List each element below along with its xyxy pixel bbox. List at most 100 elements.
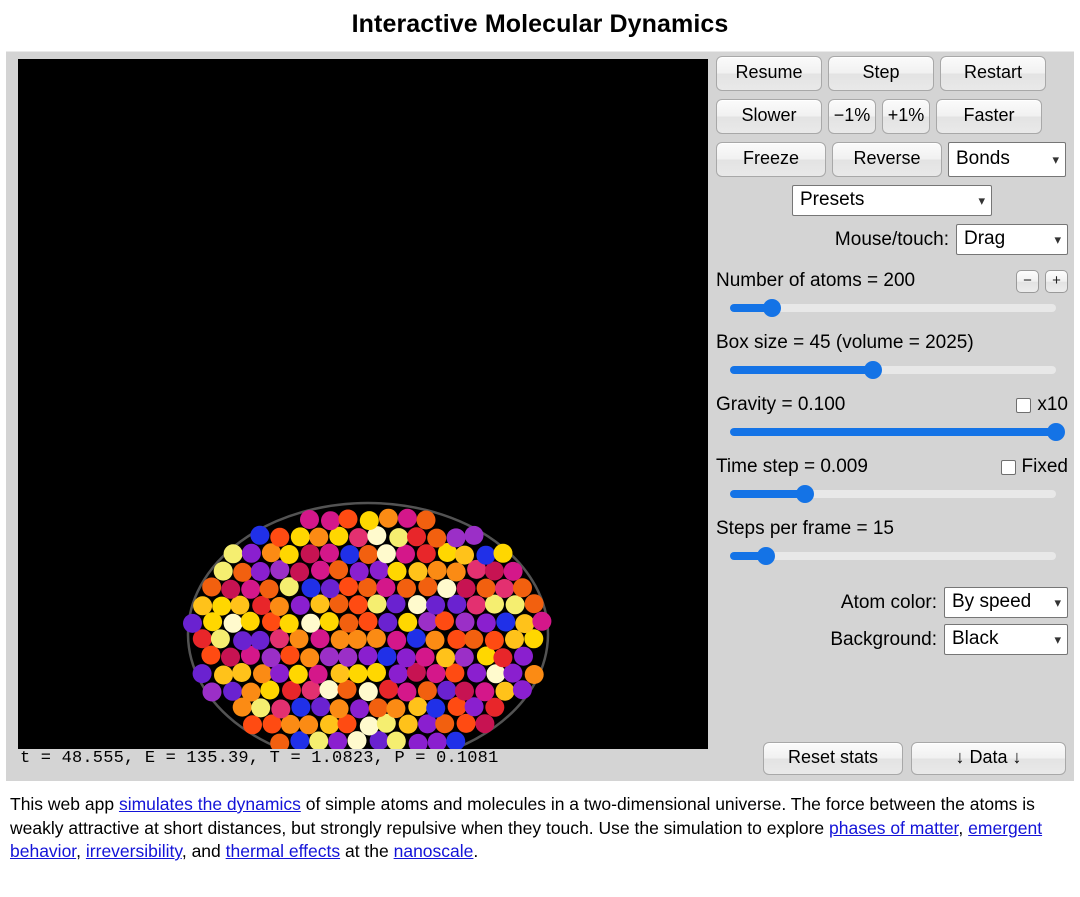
atom <box>350 699 370 719</box>
description-text: at the <box>340 841 394 861</box>
slider-thumb[interactable] <box>795 485 814 503</box>
atom <box>425 630 445 650</box>
atom <box>241 543 261 563</box>
atoms-increment-button[interactable]: + <box>1045 269 1068 293</box>
atom <box>299 715 319 735</box>
increase-one-percent-button[interactable]: +1% <box>882 99 930 134</box>
gravity-x10-label: x10 <box>1037 394 1068 415</box>
slider-thumb[interactable] <box>763 299 782 317</box>
reverse-button[interactable]: Reverse <box>832 142 942 177</box>
atom <box>349 562 369 582</box>
atom <box>193 596 213 616</box>
box-size-slider-group: Box size = 45 (volume = 2025) <box>716 331 1068 379</box>
atom <box>514 646 533 666</box>
atom <box>221 647 240 667</box>
background-label: Background: <box>830 628 937 650</box>
bonds-select[interactable]: Bonds ▾ <box>948 142 1066 177</box>
atom <box>437 579 457 598</box>
description-link-7[interactable]: irreversibility <box>86 841 182 861</box>
atom <box>416 510 436 530</box>
resume-button[interactable]: Resume <box>716 56 822 91</box>
slider-thumb[interactable] <box>864 361 883 379</box>
atom <box>389 528 409 548</box>
description-link-1[interactable]: simulates the dynamics <box>119 794 301 814</box>
atom-color-select[interactable]: By speed ▾ <box>944 587 1068 618</box>
atom <box>426 664 446 684</box>
reset-stats-button[interactable]: Reset stats <box>763 741 903 775</box>
atom <box>260 680 280 700</box>
atom <box>347 629 367 649</box>
data-button[interactable]: ↓ Data ↓ <box>911 741 1066 775</box>
presets-select[interactable]: Presets ▾ <box>792 185 992 216</box>
background-select[interactable]: Black ▾ <box>944 624 1068 655</box>
atom <box>290 595 310 615</box>
atom <box>201 645 221 665</box>
atom-color-value: By speed <box>952 591 1032 612</box>
faster-button[interactable]: Faster <box>936 99 1042 134</box>
atom <box>407 527 426 547</box>
atom <box>475 682 495 702</box>
simulation-canvas[interactable] <box>18 59 708 749</box>
atom <box>512 680 532 700</box>
status-bar: t = 48.555, E = 135.39, T = 1.0823, P = … <box>6 735 1074 781</box>
time-step-slider[interactable] <box>730 485 1056 503</box>
atom <box>232 663 252 682</box>
gravity-x10-checkbox[interactable] <box>1016 397 1032 413</box>
atom <box>495 681 515 701</box>
background-row: Background: Black ▾ <box>716 624 1068 655</box>
atom <box>243 715 262 735</box>
atom <box>359 716 379 736</box>
slider-fill <box>730 490 805 498</box>
time-step-fixed-checkbox[interactable] <box>1000 459 1016 475</box>
atom <box>396 544 415 564</box>
atom <box>319 647 339 667</box>
atom <box>358 545 378 564</box>
atom <box>310 594 330 614</box>
atoms-slider[interactable] <box>730 299 1056 317</box>
atom <box>290 562 310 582</box>
atom <box>253 664 272 684</box>
description-text: , and <box>181 841 226 861</box>
atom <box>261 648 281 668</box>
atom <box>241 579 261 599</box>
freeze-button[interactable]: Freeze <box>716 142 826 177</box>
slider-thumb[interactable] <box>756 547 775 565</box>
description-link-9[interactable]: thermal effects <box>226 841 340 861</box>
atom <box>367 663 386 682</box>
atom <box>484 630 504 650</box>
atom <box>291 697 311 717</box>
atom <box>270 527 290 547</box>
atom <box>493 543 513 563</box>
atom <box>223 681 243 701</box>
box-size-slider[interactable] <box>730 361 1056 379</box>
atom <box>348 595 368 615</box>
atom <box>240 611 260 631</box>
atoms-decrement-button[interactable]: − <box>1016 269 1039 293</box>
atom <box>426 698 446 718</box>
atom <box>408 562 428 582</box>
atom <box>397 508 417 528</box>
atom <box>271 699 291 719</box>
atom <box>387 561 407 581</box>
atom <box>427 528 447 548</box>
slider-thumb[interactable] <box>1047 423 1065 441</box>
step-button[interactable]: Step <box>828 56 934 91</box>
atom <box>456 713 476 733</box>
description-link-3[interactable]: phases of matter <box>829 818 958 838</box>
description-link-11[interactable]: nanoscale <box>394 841 474 861</box>
mouse-touch-select[interactable]: Drag ▾ <box>956 224 1068 255</box>
atom <box>279 614 299 634</box>
atom <box>387 630 407 650</box>
atom <box>210 629 230 649</box>
restart-button[interactable]: Restart <box>940 56 1046 91</box>
atoms-slider-group: Number of atoms = 200 − + <box>716 269 1068 317</box>
decrease-one-percent-button[interactable]: −1% <box>828 99 876 134</box>
atom <box>396 648 416 668</box>
atom <box>446 528 466 548</box>
gravity-slider[interactable] <box>730 423 1065 441</box>
steps-per-frame-slider[interactable] <box>730 547 1056 565</box>
atom <box>376 544 396 564</box>
atom <box>202 682 222 702</box>
gravity-label: Gravity = 0.100 <box>716 394 846 415</box>
slower-button[interactable]: Slower <box>716 99 822 134</box>
